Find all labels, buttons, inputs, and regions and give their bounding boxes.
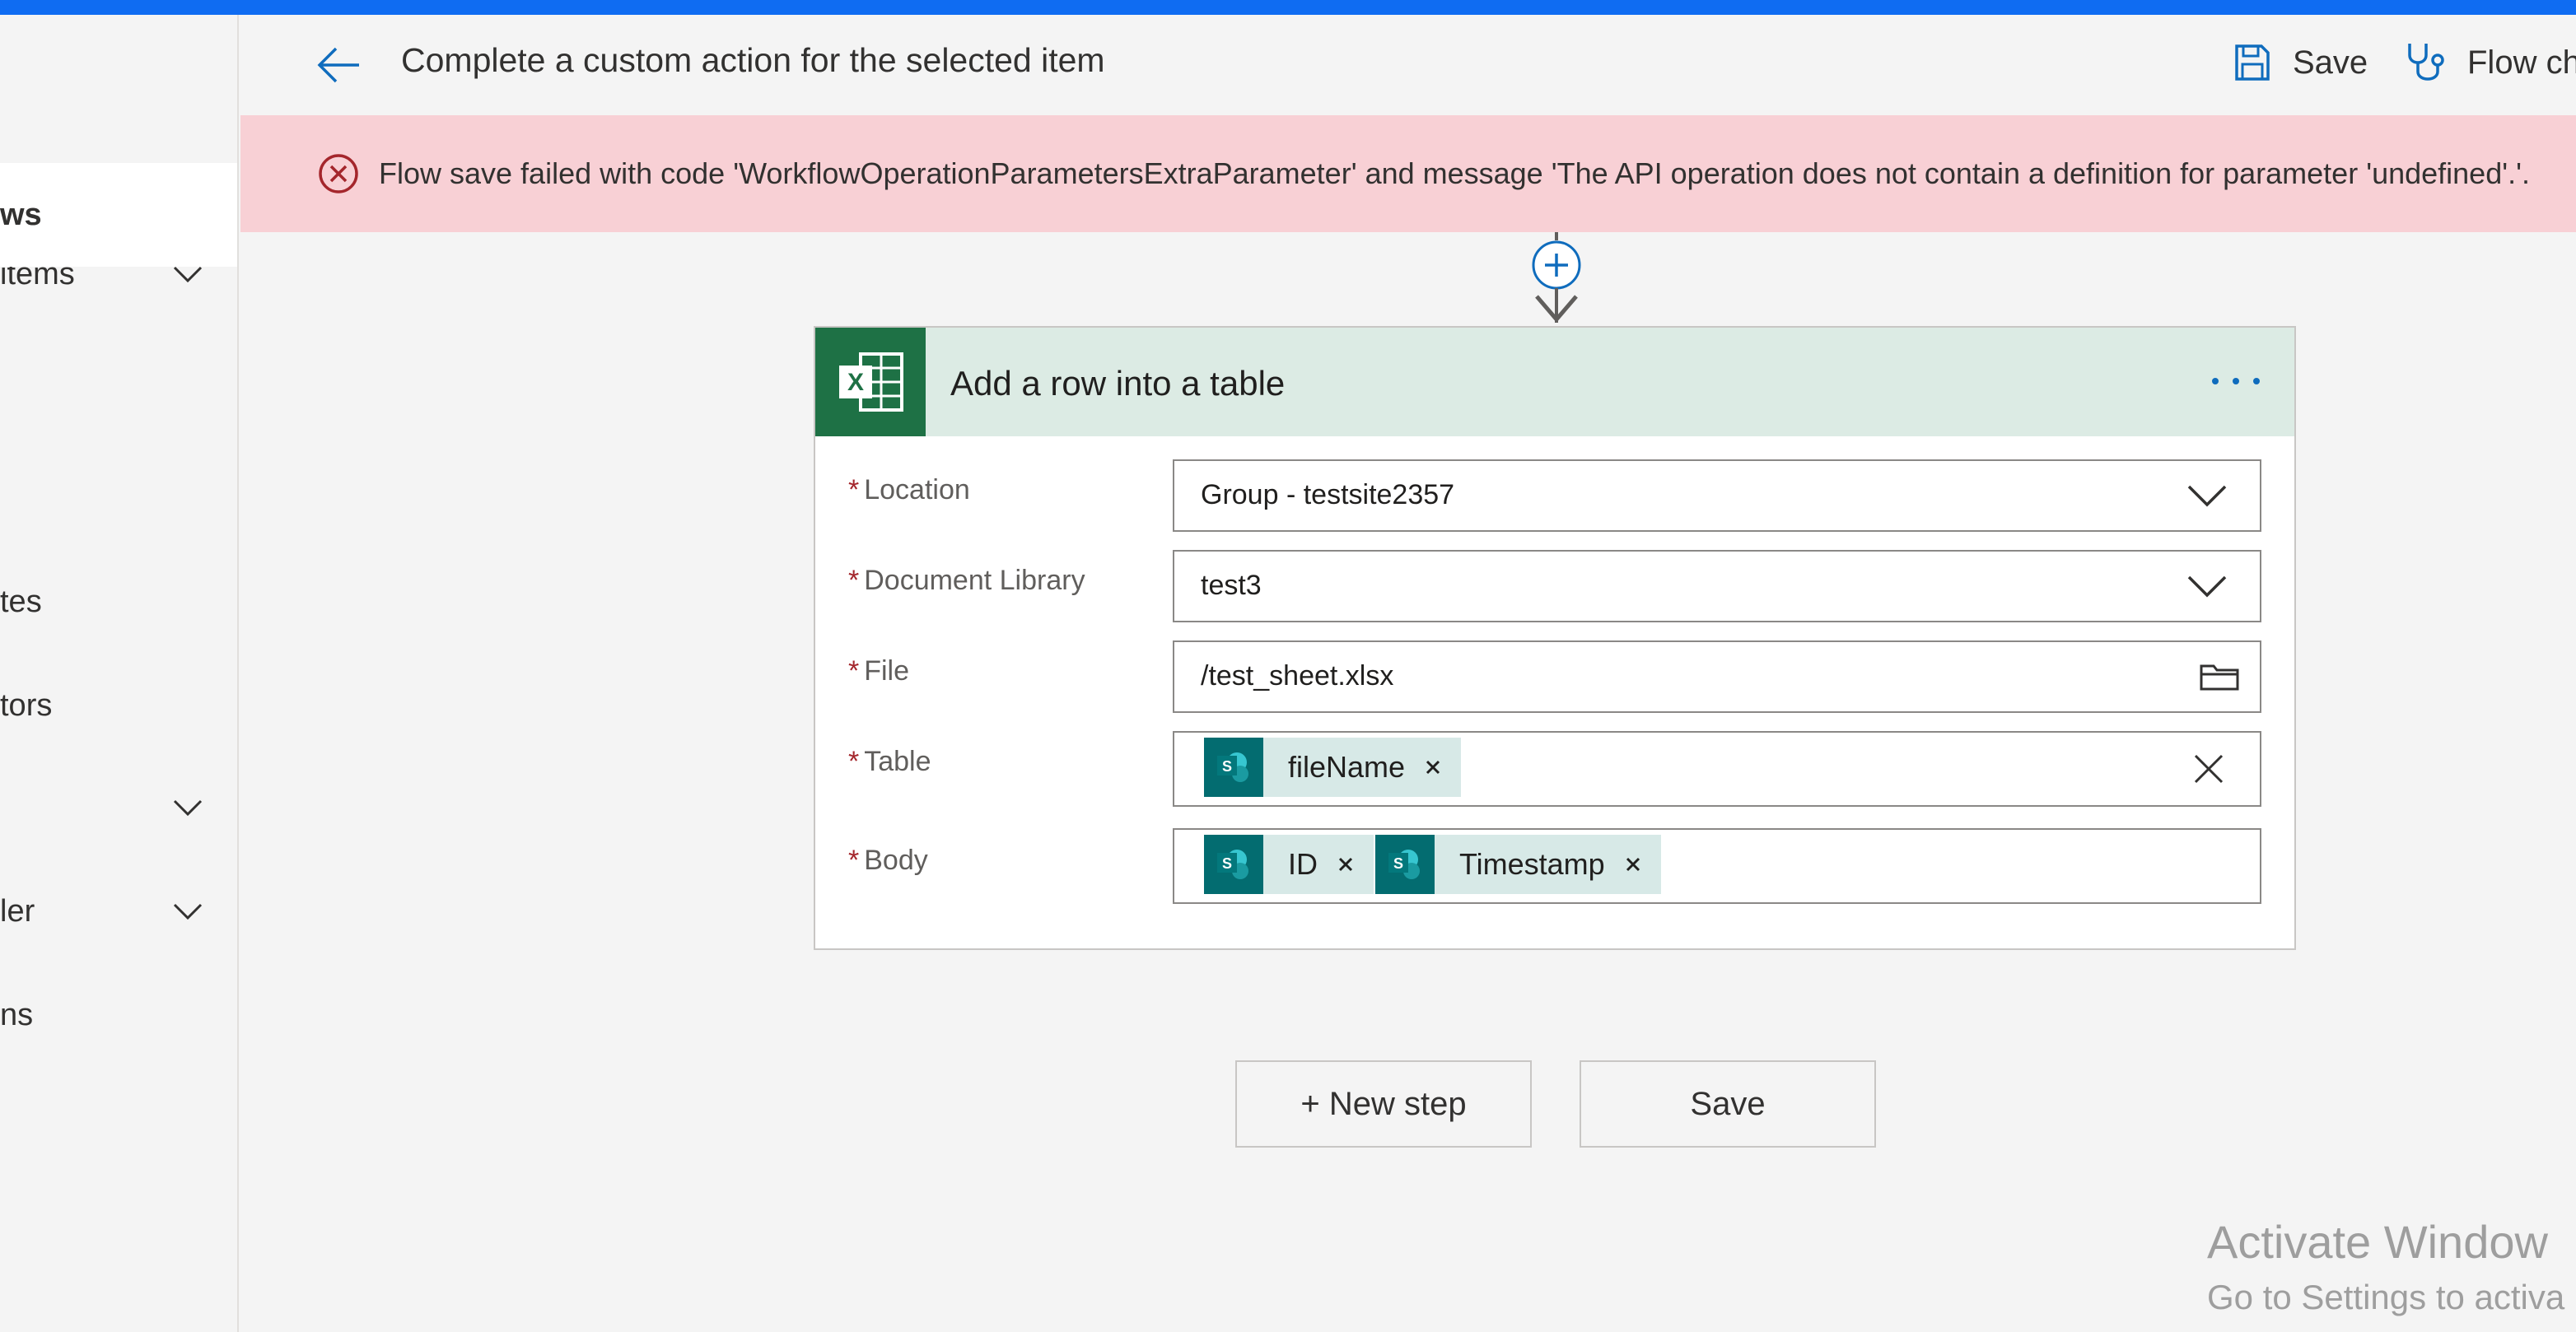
close-icon[interactable]	[2192, 752, 2225, 785]
table-input[interactable]: S fileName	[1173, 731, 2261, 807]
sidebar-item-flows[interactable]: ws	[0, 163, 237, 267]
flow-checker-button[interactable]: Flow ch	[2405, 40, 2576, 86]
chevron-down-icon	[173, 903, 203, 920]
svg-text:X: X	[847, 369, 864, 396]
sidebar-item-label: ns	[0, 997, 34, 1032]
action-card-header[interactable]: X Add a row into a table	[815, 328, 2294, 436]
document-library-label: * Document Library	[848, 565, 1085, 596]
insert-step-connector[interactable]	[1532, 232, 1581, 328]
file-value: /test_sheet.xlsx	[1201, 660, 1394, 692]
editor-header: Complete a custom action for the selecte…	[240, 15, 2576, 115]
dynamic-token[interactable]: S ID	[1204, 835, 1374, 894]
document-library-value: test3	[1201, 570, 1262, 601]
error-banner: Flow save failed with code 'WorkflowOper…	[240, 115, 2576, 232]
more-dots-icon[interactable]	[2205, 369, 2266, 394]
body-label: * Body	[848, 845, 928, 876]
action-card: X Add a row into a table * Location Group…	[814, 326, 2296, 950]
flow-checker-label: Flow ch	[2467, 44, 2576, 81]
sidebar-item-label: ler	[0, 893, 35, 929]
error-circle-icon	[319, 154, 358, 193]
error-message: Flow save failed with code 'WorkflowOper…	[379, 156, 2530, 190]
location-value: Group - testsite2357	[1201, 479, 1455, 510]
stethoscope-icon	[2408, 44, 2444, 81]
activation-watermark-title: Activate Window	[2207, 1216, 2548, 1268]
file-label: * File	[848, 655, 910, 687]
token-label: ID	[1288, 847, 1318, 881]
chevron-down-icon	[173, 799, 203, 817]
sidebar-item-connectors[interactable]: tors	[0, 654, 237, 757]
close-icon[interactable]	[1334, 853, 1357, 876]
token-label: Timestamp	[1459, 847, 1605, 881]
sidebar-item-expandable[interactable]	[0, 756, 237, 859]
location-dropdown[interactable]: Group - testsite2357	[1173, 459, 2261, 532]
document-library-dropdown[interactable]: test3	[1173, 550, 2261, 622]
action-title: Add a row into a table	[950, 364, 1286, 403]
body-input[interactable]: S ID S Timestamp	[1173, 828, 2261, 904]
sidebar-item-label: tors	[0, 687, 53, 723]
top-accent-bar	[0, 0, 2576, 15]
new-step-button[interactable]: + New step	[1235, 1060, 1532, 1148]
location-label: * Location	[848, 474, 970, 505]
save-flow-button[interactable]: Save	[1580, 1060, 1876, 1148]
token-label: fileName	[1288, 750, 1406, 784]
save-button[interactable]: Save	[2233, 40, 2368, 86]
close-icon[interactable]	[1421, 756, 1444, 779]
folder-icon[interactable]	[2199, 662, 2240, 692]
left-nav: items ws tes tors ler ns	[0, 15, 239, 1332]
excel-icon: X	[815, 328, 926, 436]
file-input[interactable]: /test_sheet.xlsx	[1173, 640, 2261, 713]
sidebar-item-label: ws	[0, 197, 42, 232]
sharepoint-icon: S	[1204, 835, 1263, 894]
sharepoint-icon: S	[1375, 835, 1435, 894]
save-button-label: Save	[2293, 44, 2368, 81]
activation-watermark-subtitle: Go to Settings to activa	[2207, 1278, 2565, 1316]
table-label: * Table	[848, 746, 931, 777]
svg-text:S: S	[1222, 855, 1232, 872]
chevron-down-icon	[2187, 575, 2227, 598]
close-icon[interactable]	[1622, 853, 1645, 876]
flow-title: Complete a custom action for the selecte…	[401, 41, 1105, 79]
chevron-down-icon	[2187, 485, 2227, 507]
svg-text:S: S	[1393, 855, 1403, 872]
svg-text:S: S	[1222, 758, 1232, 775]
floppy-disk-icon	[2235, 44, 2270, 81]
dynamic-token[interactable]: S Timestamp	[1375, 835, 1661, 894]
sidebar-item-ai-builder[interactable]: ler	[0, 859, 237, 963]
sharepoint-icon: S	[1204, 738, 1263, 797]
dynamic-token[interactable]: S fileName	[1204, 738, 1462, 797]
sidebar-item-label: tes	[0, 584, 42, 619]
arrow-left-icon[interactable]	[315, 44, 364, 86]
sidebar-item-templates[interactable]: tes	[0, 550, 237, 654]
sidebar-item-solutions[interactable]: ns	[0, 963, 237, 1067]
